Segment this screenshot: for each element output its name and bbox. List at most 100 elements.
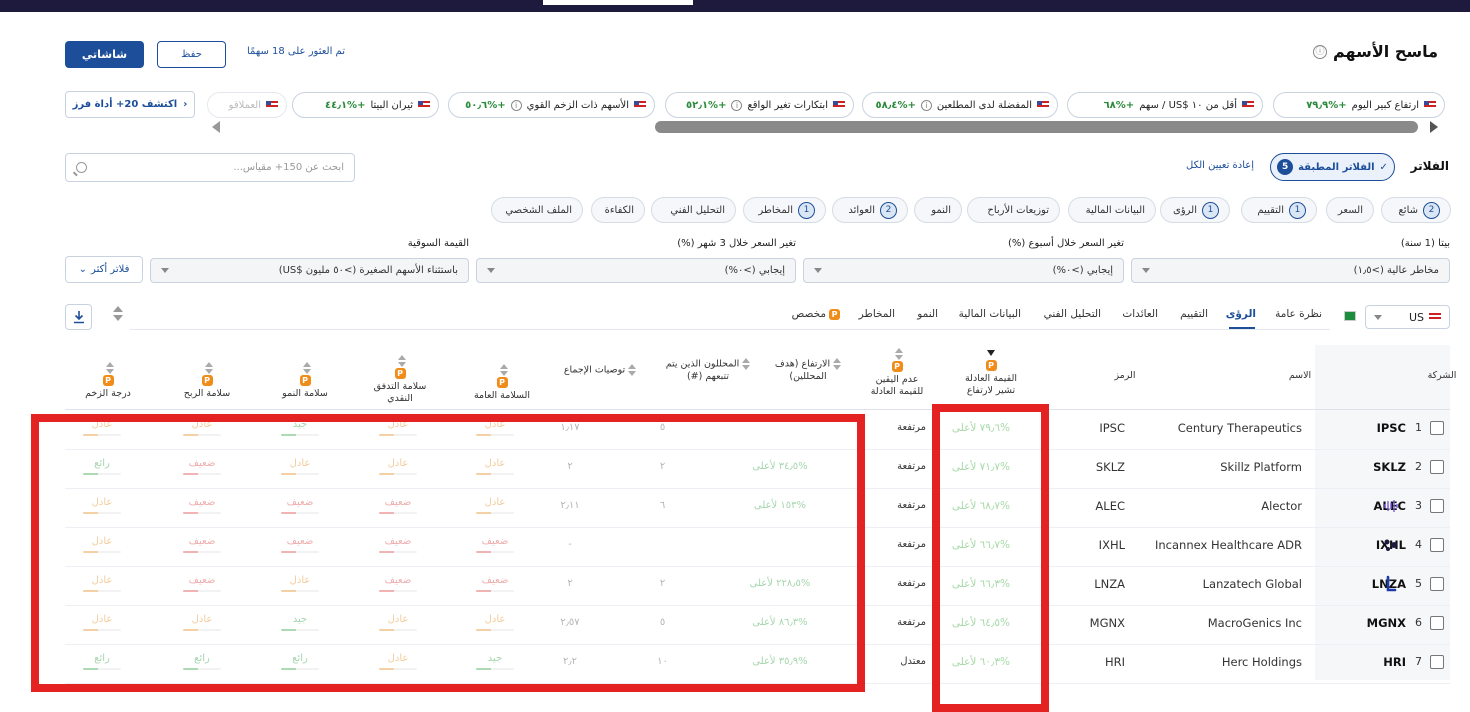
pro-icon: P — [829, 309, 840, 320]
tab-3[interactable]: التقييم — [1180, 308, 1208, 320]
sort-icon[interactable] — [397, 355, 406, 367]
preset-screen-7[interactable]: العملاقو — [207, 92, 287, 118]
sort-icon[interactable] — [742, 358, 751, 370]
scroll-left-arrow-icon[interactable] — [212, 121, 220, 133]
applied-filters-button[interactable]: ✓ الفلاتر المطبقة 5 — [1270, 153, 1395, 181]
arrow-down-icon[interactable] — [113, 315, 123, 321]
column-header-consensus[interactable]: توصيات الإجماع — [560, 364, 640, 377]
filter-category-12[interactable]: الملف الشخصي — [491, 197, 583, 223]
tab-1[interactable]: نظرة عامة — [1275, 308, 1322, 320]
row-checkbox[interactable] — [1430, 577, 1444, 591]
sort-desc-icon[interactable] — [987, 350, 995, 356]
column-header-profit-health[interactable]: P سلامة الربح — [167, 362, 247, 400]
sort-icon[interactable] — [105, 362, 114, 374]
column-header-cashflow-health[interactable]: P سلامة التدفق النقدي — [360, 355, 440, 405]
preset-screen-4[interactable]: ابتكارات تغير الواقع i +%٥٢٫١ — [665, 92, 854, 118]
scrollbar-thumb[interactable] — [655, 121, 1418, 133]
preset-screen-1[interactable]: ارتفاع كبير اليوم +%٧٩٫٩ — [1273, 92, 1445, 118]
info-icon[interactable]: i — [731, 99, 743, 111]
top-nav-active-tab[interactable] — [543, 0, 693, 5]
tab-2[interactable]: الرؤى — [1226, 308, 1256, 320]
filter-select-1[interactable]: مخاطر عالية (>١٫٥) — [1131, 258, 1450, 283]
row-company-name[interactable]: Incannex Healthcare ADR — [1155, 538, 1302, 552]
tab-label: العائدات — [1122, 308, 1158, 320]
scroll-right-arrow-icon[interactable] — [1430, 121, 1438, 133]
column-header-company[interactable]: الشركة — [1412, 370, 1470, 382]
filter-category-11[interactable]: الكفاءة — [591, 197, 645, 223]
sort-icon[interactable] — [204, 362, 213, 374]
sort-icon[interactable] — [499, 364, 508, 376]
row-checkbox[interactable] — [1430, 538, 1444, 552]
reset-all-link[interactable]: إعادة تعيين الكل — [1186, 160, 1254, 171]
download-button[interactable] — [65, 304, 92, 330]
sort-icon[interactable] — [987, 348, 995, 359]
column-header-fair-value[interactable]: P القيمة العادلة تشير لارتفاع — [955, 348, 1027, 397]
info-icon[interactable]: ⓘ — [1313, 44, 1327, 59]
filter-category-6[interactable]: توزيعات الأرباح — [967, 197, 1060, 223]
column-header-overall-health[interactable]: P السلامة العامة — [462, 364, 542, 402]
more-filters-button[interactable]: فلاتر أكثر ⌄ — [65, 256, 143, 283]
tab-9[interactable]: Pمخصص — [792, 308, 840, 320]
preset-screen-5[interactable]: الأسهم ذات الزخم القوي i +%٥٠٫٦ — [448, 92, 655, 118]
filter-category-1[interactable]: 2 شائع — [1381, 197, 1451, 223]
row-company-name[interactable]: Skillz Platform — [1220, 460, 1302, 474]
row-ticker[interactable]: MGNX — [1367, 616, 1406, 630]
column-header-upside[interactable]: الارتفاع (هدف المحللين) — [768, 358, 848, 383]
tab-6[interactable]: البيانات المالية — [959, 308, 1021, 320]
sort-icon[interactable] — [302, 362, 311, 374]
row-company-name[interactable]: Alector — [1261, 499, 1302, 513]
filter-category-4[interactable]: 1 الرؤى — [1160, 197, 1230, 223]
row-symbol: LNZA — [1094, 577, 1125, 591]
row-ticker[interactable]: IPSC — [1377, 421, 1406, 435]
row-company-name[interactable]: Century Therapeutics — [1178, 421, 1302, 435]
column-header-analysts[interactable]: المحللون الذين يتم تتبعهم (#) — [663, 358, 753, 383]
arrow-up-icon[interactable] — [113, 306, 123, 312]
filter-select-2[interactable]: إيجابي (>٠%) — [803, 258, 1124, 283]
row-company-name[interactable]: Lanzatech Global — [1203, 577, 1302, 591]
filter-category-10[interactable]: التحليل الفني — [651, 197, 736, 223]
column-header-momentum[interactable]: P درجة الزخم — [68, 362, 148, 400]
info-icon[interactable]: i — [920, 99, 932, 111]
explore-screeners-button[interactable]: ‹ اكتشف 20+ أداة فرز — [65, 91, 195, 118]
tab-7[interactable]: النمو — [917, 308, 938, 320]
row-checkbox[interactable] — [1430, 499, 1444, 513]
sort-icon[interactable] — [833, 358, 842, 370]
preset-screen-3[interactable]: المفضلة لدى المطلعين i +%٥٨٫٤ — [862, 92, 1058, 118]
info-icon[interactable]: i — [510, 99, 522, 111]
column-header-symbol[interactable]: الرمز — [1095, 370, 1155, 382]
row-company-name[interactable]: Herc Holdings — [1222, 655, 1302, 669]
metric-search-input[interactable]: ابحث عن 150+ مقياس... — [65, 153, 355, 182]
filter-category-9[interactable]: 1 المخاطر — [743, 197, 826, 223]
tab-label: النمو — [917, 308, 938, 320]
filter-category-3[interactable]: 1 التقييم — [1241, 197, 1317, 223]
row-checkbox[interactable] — [1430, 460, 1444, 474]
filter-category-8[interactable]: 2 العوائد — [832, 197, 908, 223]
column-header-label: الاسم — [1288, 370, 1312, 381]
column-header-name[interactable]: الاسم — [1265, 370, 1335, 382]
filter-category-2[interactable]: السعر — [1326, 197, 1374, 223]
my-screens-button[interactable]: شاشاتي — [65, 41, 144, 68]
sort-icon[interactable] — [628, 364, 637, 376]
tab-8[interactable]: المخاطر — [859, 308, 895, 320]
column-scroll-arrows[interactable] — [111, 306, 123, 330]
row-checkbox[interactable] — [1430, 616, 1444, 630]
save-button[interactable]: حفظ — [157, 41, 226, 68]
filter-select-3[interactable]: إيجابي (>٠%) — [476, 258, 796, 283]
filter-category-7[interactable]: النمو — [914, 197, 962, 223]
filter-select-4[interactable]: باستثناء الأسهم الصغيرة (>٥٠ مليون $US) — [150, 258, 469, 283]
preset-screen-6[interactable]: ثيران البيتا +%٤٤٫١ — [292, 92, 439, 118]
sort-icon[interactable] — [894, 348, 903, 360]
column-header-uncertainty[interactable]: P عدم اليقين للقيمة العادلة — [862, 348, 932, 398]
preset-screen-2[interactable]: أقل من ١٠ $US / سهم +%٦٨ — [1067, 92, 1263, 118]
row-ticker[interactable]: SKLZ — [1373, 460, 1406, 474]
row-checkbox[interactable] — [1430, 655, 1444, 669]
filter-category-5[interactable]: البيانات المالية — [1068, 197, 1156, 223]
column-header-growth-health[interactable]: P سلامة النمو — [265, 362, 345, 400]
row-checkbox[interactable] — [1430, 421, 1444, 435]
tab-5[interactable]: التحليل الفني — [1044, 308, 1101, 320]
row-company-name[interactable]: MacroGenics Inc — [1208, 616, 1302, 630]
tab-4[interactable]: العائدات — [1122, 308, 1158, 320]
filter-label-4: القيمة السوقية — [407, 238, 469, 249]
row-ticker[interactable]: HRI — [1383, 655, 1406, 669]
region-select[interactable]: US — [1365, 305, 1450, 329]
